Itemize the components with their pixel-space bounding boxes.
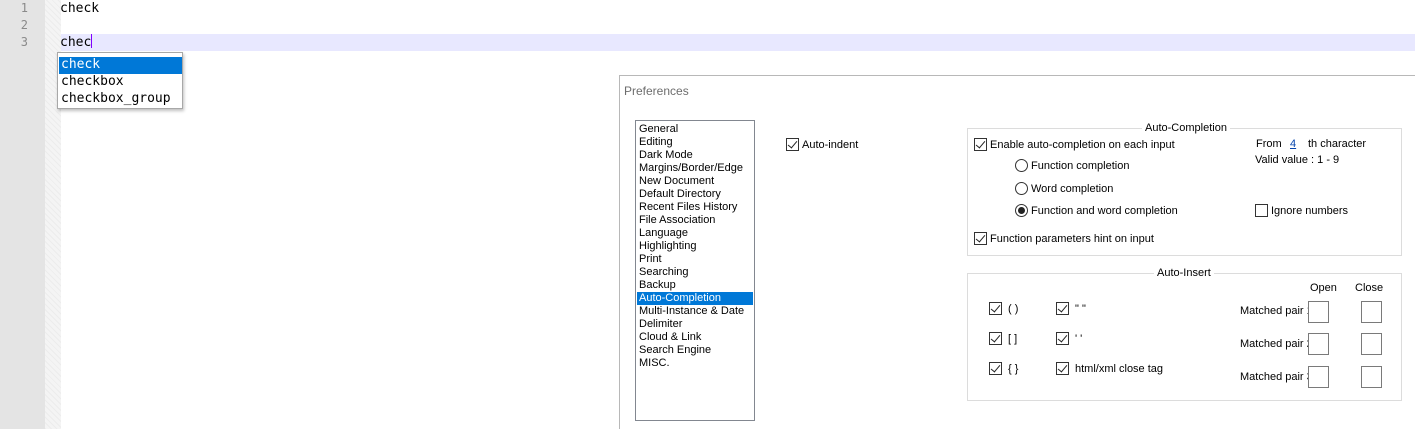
matched-pair-2-close-input[interactable]	[1361, 333, 1382, 355]
single-quote-label: ' '	[1075, 333, 1083, 345]
code-text: chec	[60, 35, 92, 50]
ignore-numbers-label: Ignore numbers	[1271, 205, 1349, 217]
auto-completion-legend: Auto-Completion	[1142, 122, 1230, 134]
double-quote-label: " "	[1075, 303, 1086, 315]
auto-indent-label: Auto-indent	[802, 139, 859, 151]
open-header: Open	[1310, 282, 1337, 294]
category-item-auto-completion[interactable]: Auto-Completion	[637, 292, 753, 305]
word-completion-radio[interactable]	[1015, 182, 1028, 195]
category-item-cloud-link[interactable]: Cloud & Link	[637, 331, 753, 344]
matched-pair-3-close-input[interactable]	[1361, 366, 1382, 388]
bracket-pair-label: [ ]	[1008, 333, 1018, 345]
paren-pair-checkbox[interactable]	[989, 302, 1002, 315]
category-item-delimiter[interactable]: Delimiter	[637, 318, 753, 331]
function-and-word-completion-radio[interactable]	[1015, 204, 1028, 217]
word-completion-label: Word completion	[1031, 183, 1114, 195]
category-list[interactable]: General Editing Dark Mode Margins/Border…	[635, 120, 755, 421]
preferences-dialog: Preferences General Editing Dark Mode Ma…	[619, 75, 1415, 429]
auto-indent-checkbox[interactable]	[786, 138, 799, 151]
enable-auto-completion-label: Enable auto-completion on each input	[990, 139, 1175, 151]
category-item-dark-mode[interactable]: Dark Mode	[637, 149, 753, 162]
valid-value-label: Valid value : 1 - 9	[1255, 154, 1340, 166]
matched-pair-1-close-input[interactable]	[1361, 301, 1382, 323]
category-item-general[interactable]: General	[637, 123, 753, 136]
matched-pair-3-label: Matched pair 3:	[1240, 371, 1316, 383]
line-number: 3	[20, 35, 28, 49]
text-caret	[91, 34, 93, 48]
ignore-numbers-checkbox[interactable]	[1255, 204, 1268, 217]
paren-pair-label: ( )	[1008, 303, 1019, 315]
double-quote-checkbox[interactable]	[1056, 302, 1069, 315]
th-character-label: th character	[1308, 138, 1367, 150]
autocomplete-item[interactable]: checkbox	[59, 74, 182, 91]
matched-pair-1-label: Matched pair 1:	[1240, 305, 1316, 317]
autocomplete-item[interactable]: checkbox_group	[59, 91, 182, 108]
from-value-field[interactable]: 4	[1290, 138, 1296, 151]
matched-pair-2-open-input[interactable]	[1308, 333, 1329, 355]
category-item-editing[interactable]: Editing	[637, 136, 753, 149]
category-item-language[interactable]: Language	[637, 227, 753, 240]
autocomplete-item[interactable]: check	[59, 57, 182, 74]
line-number: 2	[20, 18, 28, 32]
category-item-multi-instance[interactable]: Multi-Instance & Date	[637, 305, 753, 318]
enable-auto-completion-checkbox[interactable]	[974, 138, 987, 151]
auto-insert-legend: Auto-Insert	[1154, 267, 1214, 279]
category-item-misc[interactable]: MISC.	[637, 357, 753, 370]
category-item-recent-files[interactable]: Recent Files History	[637, 201, 753, 214]
category-item-new-document[interactable]: New Document	[637, 175, 753, 188]
function-params-hint-label: Function parameters hint on input	[990, 233, 1154, 245]
category-item-search-engine[interactable]: Search Engine	[637, 344, 753, 357]
category-item-default-directory[interactable]: Default Directory	[637, 188, 753, 201]
line-number-gutter	[0, 0, 45, 429]
function-params-hint-checkbox[interactable]	[974, 232, 987, 245]
code-line-1[interactable]: check	[60, 0, 99, 17]
code-line-3[interactable]: chec	[60, 34, 93, 51]
function-completion-radio[interactable]	[1015, 159, 1028, 172]
function-completion-label: Function completion	[1031, 160, 1130, 172]
matched-pair-1-open-input[interactable]	[1308, 301, 1329, 323]
category-item-searching[interactable]: Searching	[637, 266, 753, 279]
current-line-highlight	[61, 34, 1415, 51]
single-quote-checkbox[interactable]	[1056, 332, 1069, 345]
category-item-highlighting[interactable]: Highlighting	[637, 240, 753, 253]
matched-pair-3-open-input[interactable]	[1308, 366, 1329, 388]
line-number: 1	[20, 1, 28, 15]
code-text: check	[60, 1, 100, 16]
close-header: Close	[1355, 282, 1384, 294]
category-item-file-association[interactable]: File Association	[637, 214, 753, 227]
brace-pair-checkbox[interactable]	[989, 362, 1002, 375]
matched-pair-2-label: Matched pair 2:	[1240, 338, 1316, 350]
from-label: From	[1256, 138, 1282, 150]
category-item-margins[interactable]: Margins/Border/Edge	[637, 162, 753, 175]
function-and-word-completion-label: Function and word completion	[1031, 205, 1178, 217]
autocomplete-popup[interactable]: check checkbox checkbox_group	[57, 52, 183, 109]
brace-pair-label: { }	[1008, 363, 1019, 375]
bracket-pair-checkbox[interactable]	[989, 332, 1002, 345]
html-close-tag-label: html/xml close tag	[1075, 363, 1164, 375]
html-close-tag-checkbox[interactable]	[1056, 362, 1069, 375]
category-item-backup[interactable]: Backup	[637, 279, 753, 292]
category-item-print[interactable]: Print	[637, 253, 753, 266]
